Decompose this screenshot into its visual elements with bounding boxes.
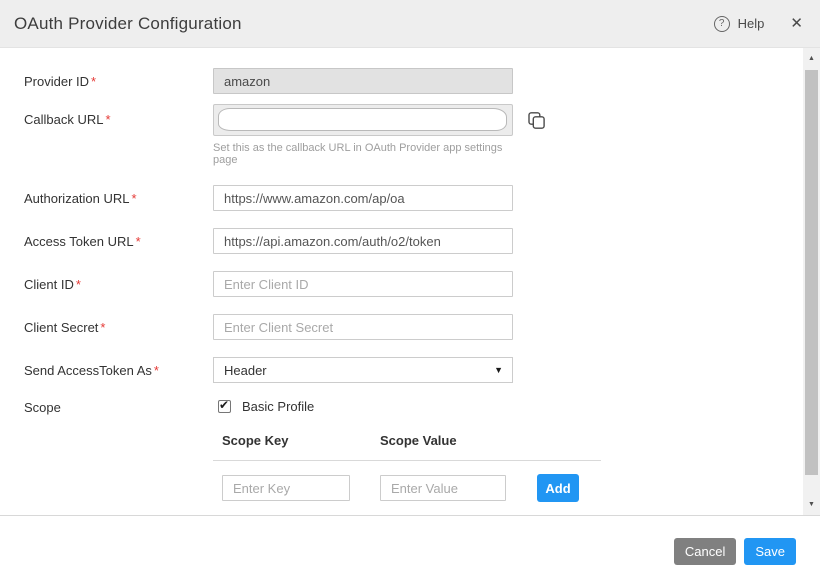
authorization-url-row: Authorization URL* — [24, 185, 803, 211]
save-button[interactable]: Save — [744, 538, 796, 565]
cancel-button[interactable]: Cancel — [674, 538, 736, 565]
scope-table: Scope Key Scope Value Add — [213, 431, 601, 502]
scope-value-input[interactable] — [380, 475, 506, 501]
chevron-down-icon: ▼ — [494, 365, 503, 375]
scope-label: Scope — [24, 399, 213, 415]
callback-url-field — [213, 104, 513, 136]
form-area: Provider ID* Callback URL* Set this as t… — [0, 48, 803, 515]
client-id-row: Client ID* — [24, 271, 803, 297]
client-secret-label-text: Client Secret — [24, 320, 98, 335]
provider-id-label: Provider ID* — [24, 68, 213, 94]
dialog-body: Provider ID* Callback URL* Set this as t… — [0, 48, 820, 515]
client-secret-label: Client Secret* — [24, 314, 213, 340]
scope-value-header: Scope Value — [380, 433, 457, 448]
access-token-url-label-text: Access Token URL — [24, 234, 134, 249]
required-asterisk: * — [136, 234, 141, 249]
provider-id-label-text: Provider ID — [24, 74, 89, 89]
required-asterisk: * — [76, 277, 81, 292]
scope-table-divider — [213, 460, 601, 461]
access-token-url-input[interactable] — [213, 228, 513, 254]
client-id-label: Client ID* — [24, 271, 213, 297]
scroll-down-button[interactable]: ▼ — [803, 496, 820, 513]
authorization-url-label: Authorization URL* — [24, 185, 213, 211]
send-access-token-select[interactable]: Header ▼ — [213, 357, 513, 383]
checkbox-box: ✔ — [218, 400, 231, 413]
scrollbar[interactable]: ▲ ▼ — [803, 48, 820, 515]
scope-table-headers: Scope Key Scope Value — [213, 431, 601, 460]
send-access-token-row: Send AccessToken As* Header ▼ — [24, 357, 803, 383]
required-asterisk: * — [105, 112, 110, 127]
required-asterisk: * — [91, 74, 96, 89]
help-button[interactable]: ? Help — [714, 16, 765, 32]
checkbox-check-icon: ✔ — [219, 398, 229, 412]
access-token-url-row: Access Token URL* — [24, 228, 803, 254]
close-icon[interactable]: ✕ — [790, 16, 803, 31]
required-asterisk: * — [154, 363, 159, 378]
callback-helper-text: Set this as the callback URL in OAuth Pr… — [213, 142, 513, 166]
authorization-url-label-text: Authorization URL — [24, 191, 130, 206]
scope-key-header: Scope Key — [222, 433, 380, 448]
scope-checkbox-label: Basic Profile — [242, 399, 314, 414]
required-asterisk: * — [100, 320, 105, 335]
client-secret-input[interactable] — [213, 314, 513, 340]
copy-icon — [527, 111, 546, 130]
required-asterisk: * — [132, 191, 137, 206]
add-scope-button[interactable]: Add — [537, 474, 579, 502]
scope-input-row: Add — [213, 474, 601, 502]
scope-row: Scope ✔ Basic Profile — [24, 399, 803, 415]
scroll-thumb[interactable] — [805, 70, 818, 475]
client-secret-row: Client Secret* — [24, 314, 803, 340]
help-label: Help — [738, 16, 765, 31]
scope-key-input[interactable] — [222, 475, 350, 501]
provider-id-input — [213, 68, 513, 94]
dialog-header: OAuth Provider Configuration ? Help ✕ — [0, 0, 820, 48]
client-id-label-text: Client ID — [24, 277, 74, 292]
access-token-url-label: Access Token URL* — [24, 228, 213, 254]
provider-id-row: Provider ID* — [24, 68, 803, 94]
client-id-input[interactable] — [213, 271, 513, 297]
send-access-token-label: Send AccessToken As* — [24, 357, 213, 383]
oauth-provider-dialog: OAuth Provider Configuration ? Help ✕ Pr… — [0, 0, 820, 584]
scope-basic-profile-checkbox[interactable]: ✔ Basic Profile — [213, 399, 513, 414]
callback-url-row: Callback URL* Set this as the callback U… — [24, 104, 803, 166]
dialog-footer: Cancel Save — [0, 515, 820, 584]
scroll-up-button[interactable]: ▲ — [803, 50, 820, 67]
callback-url-label-text: Callback URL — [24, 112, 103, 127]
select-value: Header — [224, 363, 267, 378]
callback-url-label: Callback URL* — [24, 104, 213, 127]
help-icon: ? — [714, 16, 730, 32]
copy-callback-url-button[interactable] — [527, 111, 546, 130]
dialog-title: OAuth Provider Configuration — [14, 14, 242, 34]
send-access-token-label-text: Send AccessToken As — [24, 363, 152, 378]
authorization-url-input[interactable] — [213, 185, 513, 211]
callback-url-redaction — [218, 108, 507, 131]
